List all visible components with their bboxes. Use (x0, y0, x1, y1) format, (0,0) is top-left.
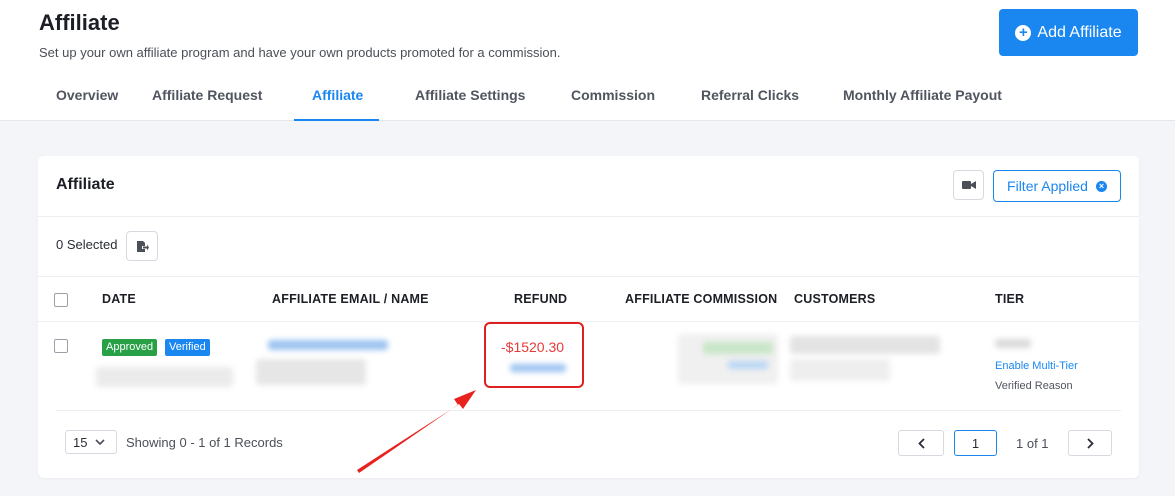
blurred-commission-link (728, 361, 768, 369)
chevron-right-icon (1086, 437, 1094, 449)
column-refund: REFUND (514, 292, 568, 306)
tab-commission[interactable]: Commission (553, 72, 665, 121)
current-page-input[interactable]: 1 (954, 430, 997, 456)
blurred-tier (995, 339, 1031, 348)
row-checkbox[interactable] (54, 339, 68, 353)
tab-affiliate-request[interactable]: Affiliate Request (134, 72, 291, 121)
clear-filter-icon[interactable]: × (1095, 180, 1107, 192)
chevron-left-icon (917, 437, 925, 449)
per-page-value: 15 (73, 434, 88, 450)
highlight-box (484, 322, 584, 388)
tab-affiliate-settings[interactable]: Affiliate Settings (397, 72, 535, 121)
table-header: DATE AFFILIATE EMAIL / NAME REFUND AFFIL… (38, 276, 1139, 322)
page-count: 1 of 1 (1016, 436, 1049, 451)
blurred-date (96, 367, 233, 387)
tab-affiliate[interactable]: Affiliate (294, 72, 379, 121)
column-tier: TIER (995, 292, 1025, 306)
column-date: DATE (102, 292, 136, 306)
blurred-email (268, 340, 388, 350)
filter-applied-button[interactable]: Filter Applied × (993, 170, 1121, 202)
tab-referral-clicks[interactable]: Referral Clicks (683, 72, 808, 121)
page-title: Affiliate (39, 10, 120, 35)
affiliate-card: Affiliate Filter Applied × 0 Selected DA… (38, 156, 1139, 478)
selected-count: 0 Selected (56, 237, 118, 252)
next-page-button[interactable] (1068, 430, 1112, 456)
previous-page-button[interactable] (898, 430, 944, 456)
column-affiliate-email-name: AFFILIATE EMAIL / NAME (272, 292, 429, 306)
blurred-commission-value (703, 342, 773, 354)
divider (38, 216, 1139, 217)
export-icon (136, 240, 149, 252)
select-all-checkbox[interactable] (54, 293, 68, 307)
column-customers: CUSTOMERS (794, 292, 876, 306)
blurred-customers (790, 336, 940, 354)
blurred-name (256, 359, 366, 385)
filter-applied-label: Filter Applied (1007, 178, 1088, 194)
status-badge-verified: Verified (165, 339, 210, 356)
page-subtitle: Set up your own affiliate program and ha… (39, 45, 561, 60)
video-camera-icon (961, 181, 976, 189)
chevron-down-icon (95, 439, 106, 445)
tab-overview[interactable]: Overview (38, 72, 134, 121)
column-affiliate-commission: AFFILIATE COMMISSION (625, 292, 778, 306)
records-summary: Showing 0 - 1 of 1 Records (126, 435, 283, 450)
per-page-select[interactable]: 15 (65, 430, 117, 454)
export-button[interactable] (126, 231, 158, 261)
status-badge-approved: Approved (102, 339, 158, 356)
card-title: Affiliate (56, 176, 115, 193)
add-affiliate-label: Add Affiliate (1037, 23, 1122, 41)
enable-multi-tier-link[interactable]: Enable Multi-Tier (995, 360, 1078, 372)
plus-circle-icon: + (1015, 24, 1032, 41)
video-button[interactable] (953, 170, 984, 200)
tab-bar: Overview Affiliate Request Affiliate Aff… (38, 72, 1009, 121)
tab-monthly-affiliate-payout[interactable]: Monthly Affiliate Payout (825, 72, 1009, 121)
blurred-customers-detail (790, 359, 890, 381)
add-affiliate-button[interactable]: + Add Affiliate (999, 9, 1138, 56)
row-divider (56, 410, 1121, 411)
page-header: Affiliate Set up your own affiliate prog… (0, 0, 1175, 121)
verified-reason-text: Verified Reason (995, 380, 1073, 392)
